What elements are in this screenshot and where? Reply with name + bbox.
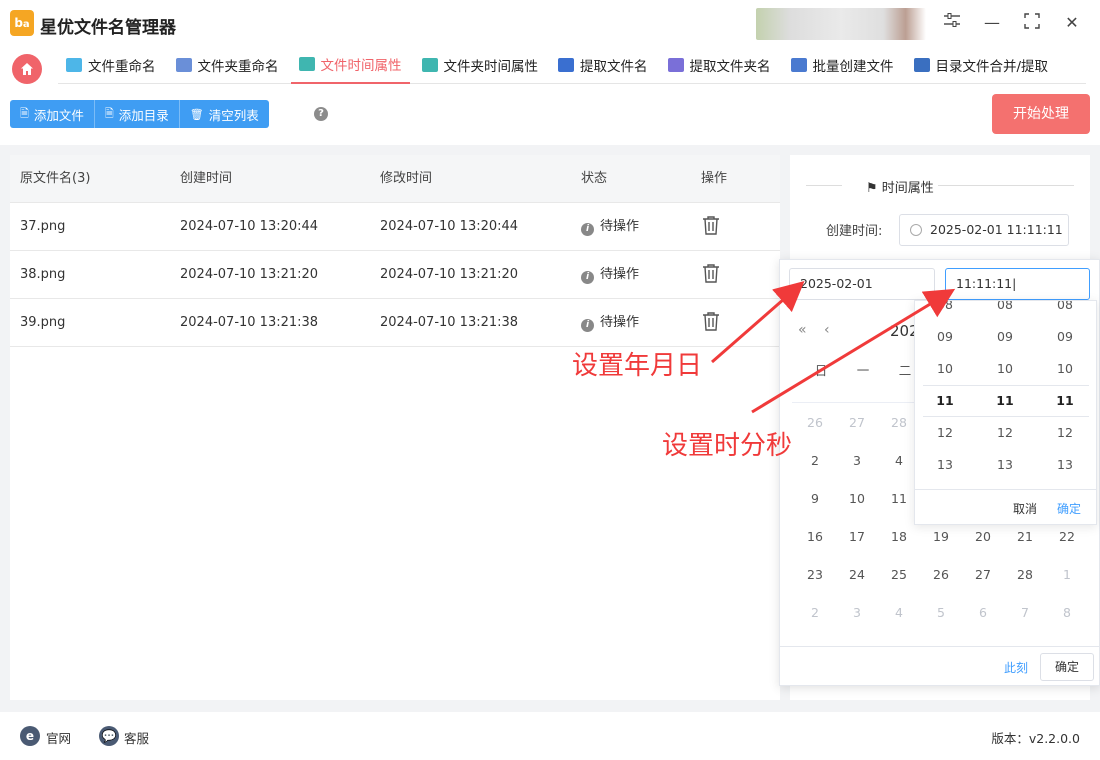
date-annotation-arrow	[711, 281, 805, 364]
footer: e 官网 💬 客服 版本：v2.2.0.0	[0, 712, 1100, 760]
website-link[interactable]: 官网	[46, 728, 71, 747]
website-icon[interactable]: e	[20, 726, 40, 746]
version-label: 版本：v2.2.0.0	[991, 731, 1080, 746]
set-time-annotation: 设置时分秒	[662, 431, 793, 461]
support-chat-icon[interactable]: 💬	[99, 726, 119, 746]
set-date-annotation: 设置年月日	[572, 351, 703, 381]
time-annotation-arrow	[751, 288, 956, 414]
support-link[interactable]: 客服	[124, 728, 149, 747]
annotation-arrows	[711, 281, 956, 414]
